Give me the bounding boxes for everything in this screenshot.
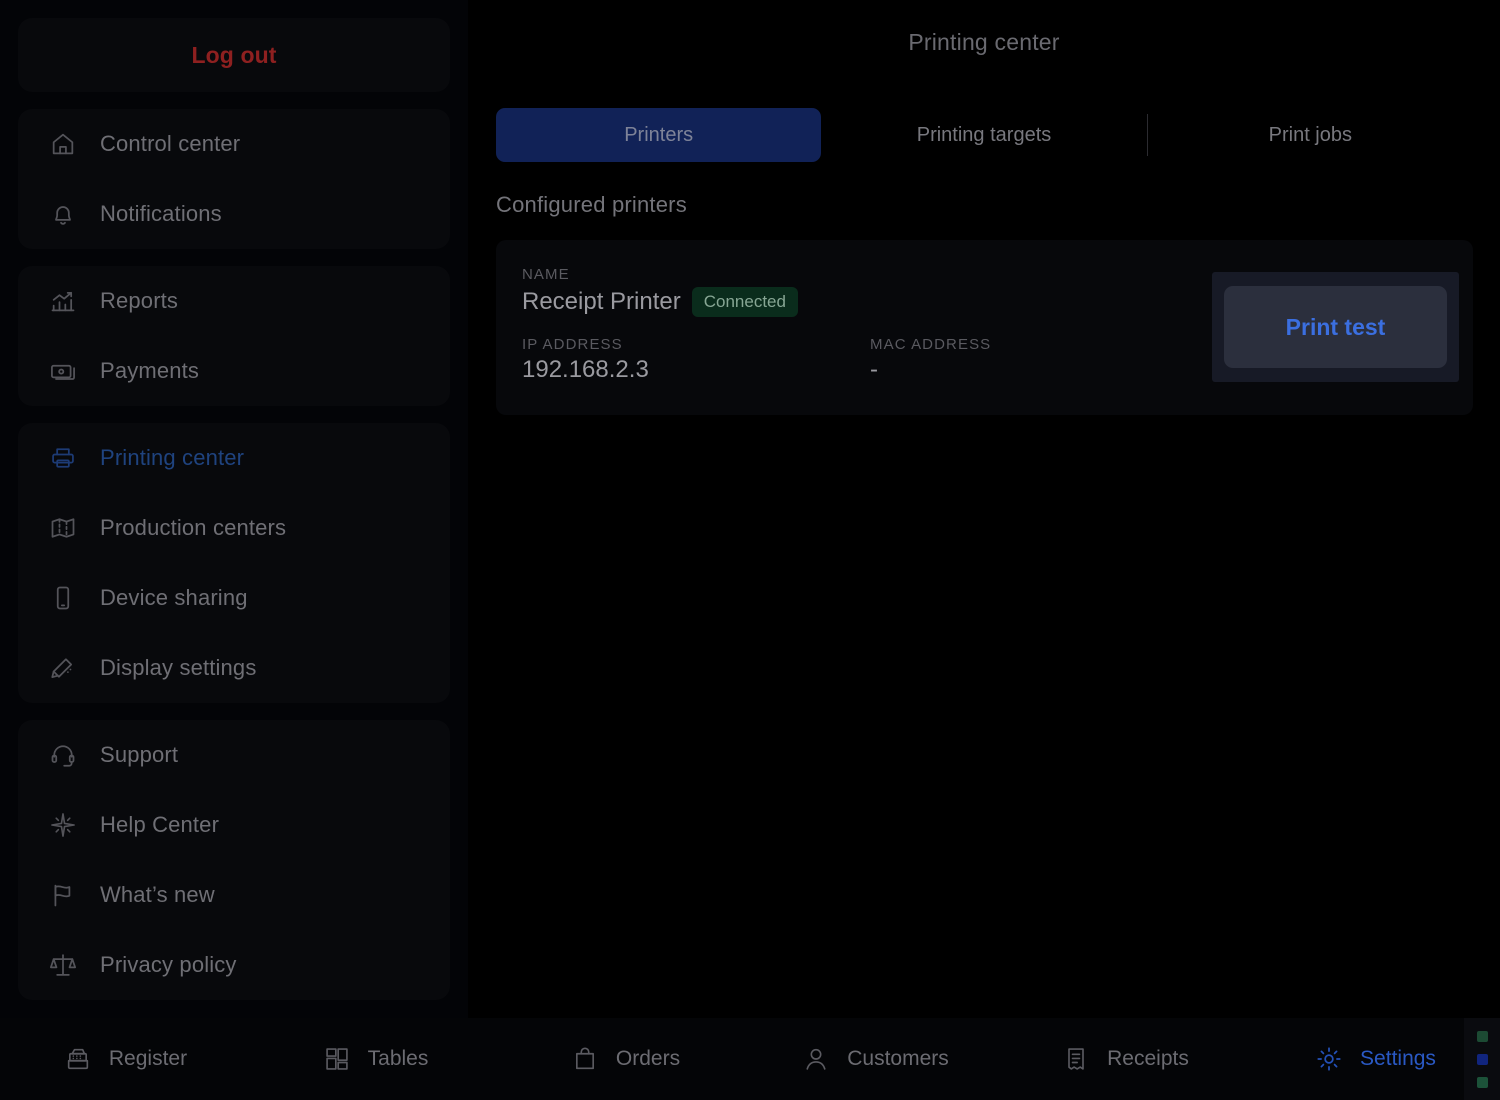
tab-label: Printers (624, 124, 693, 147)
status-dots-strip (1464, 1018, 1500, 1100)
sidebar-item-label: Support (100, 742, 178, 768)
scales-icon (48, 950, 78, 980)
sidebar-group-support: Support Help Center What’s new (18, 720, 450, 1000)
tab-label: Print jobs (1269, 124, 1352, 147)
bottom-nav-label: Tables (368, 1047, 429, 1071)
printer-name-value: Receipt Printer (522, 288, 681, 316)
tab-printing-targets[interactable]: Printing targets (821, 108, 1146, 162)
sidebar-item-privacy-policy[interactable]: Privacy policy (18, 930, 450, 1000)
sidebar-item-label: Device sharing (100, 585, 248, 611)
receipt-icon (1061, 1044, 1091, 1074)
printer-ip-value: 192.168.2.3 (522, 356, 870, 384)
upper-region: Log out Control center Notifications (0, 0, 1500, 1018)
cash-register-icon (63, 1044, 93, 1074)
sidebar-item-label: Production centers (100, 515, 286, 541)
printing-center-panel: Printing center Printers Printing target… (468, 0, 1500, 1018)
tab-label: Printing targets (917, 124, 1052, 147)
printer-ip-field: IP ADDRESS 192.168.2.3 (522, 336, 870, 384)
cash-icon (48, 356, 78, 386)
sidebar-item-label: Privacy policy (100, 952, 237, 978)
sidebar-item-label: Printing center (100, 445, 244, 471)
status-dot-blue-middle (1477, 1054, 1488, 1065)
paint-roller-icon (48, 653, 78, 683)
sidebar-item-support[interactable]: Support (18, 720, 450, 790)
bottom-nav-label: Register (109, 1047, 187, 1071)
bottom-nav-item-customers[interactable]: Customers (750, 1044, 1000, 1074)
home-icon (48, 129, 78, 159)
bottom-navigation: Register Tables Orders Customers Receipt (0, 1018, 1500, 1100)
sidebar-group-general: Control center Notifications (18, 109, 450, 249)
settings-sidebar: Log out Control center Notifications (0, 0, 468, 1018)
printer-ip-label: IP ADDRESS (522, 336, 870, 353)
status-dot-green-bottom (1477, 1077, 1488, 1088)
sidebar-item-control-center[interactable]: Control center (18, 109, 450, 179)
sidebar-group-hardware: Printing center Production centers Devic… (18, 423, 450, 703)
status-dot-green-top (1477, 1031, 1488, 1042)
logout-button[interactable]: Log out (18, 18, 450, 92)
chart-trend-icon (48, 286, 78, 316)
app-root: Log out Control center Notifications (0, 0, 1500, 1100)
sidebar-item-reports[interactable]: Reports (18, 266, 450, 336)
bottom-nav-item-tables[interactable]: Tables (250, 1044, 500, 1074)
flag-icon (48, 880, 78, 910)
sidebar-item-label: Reports (100, 288, 178, 314)
sidebar-item-label: Control center (100, 131, 240, 157)
sidebar-item-production-centers[interactable]: Production centers (18, 493, 450, 563)
printing-center-tabs: Printers Printing targets Print jobs (496, 108, 1473, 162)
printer-card: NAME Receipt Printer Connected IP ADDRES… (496, 240, 1473, 415)
printer-icon (48, 443, 78, 473)
sidebar-item-whats-new[interactable]: What’s new (18, 860, 450, 930)
headset-icon (48, 740, 78, 770)
sparkle-icon (48, 810, 78, 840)
bottom-nav-item-settings[interactable]: Settings (1250, 1044, 1500, 1074)
sidebar-item-label: Display settings (100, 655, 256, 681)
bottom-nav-label: Receipts (1107, 1047, 1189, 1071)
gear-icon (1314, 1044, 1344, 1074)
logout-label: Log out (192, 42, 277, 69)
bottom-nav-label: Orders (616, 1047, 680, 1071)
print-test-button[interactable]: Print test (1224, 286, 1447, 368)
bottom-nav-label: Customers (847, 1047, 949, 1071)
sidebar-item-printing-center[interactable]: Printing center (18, 423, 450, 493)
person-icon (801, 1044, 831, 1074)
sidebar-item-label: Payments (100, 358, 199, 384)
phone-icon (48, 583, 78, 613)
sidebar-item-label: Help Center (100, 812, 219, 838)
bell-icon (48, 199, 78, 229)
tab-print-jobs[interactable]: Print jobs (1148, 108, 1473, 162)
status-badge: Connected (692, 287, 798, 317)
tab-printers[interactable]: Printers (496, 108, 821, 162)
sidebar-item-label: What’s new (100, 882, 215, 908)
configured-printers-heading: Configured printers (496, 192, 687, 218)
sidebar-item-label: Notifications (100, 201, 222, 227)
bottom-nav-item-orders[interactable]: Orders (500, 1044, 750, 1074)
bottom-nav-item-register[interactable]: Register (0, 1044, 250, 1074)
page-title: Printing center (468, 0, 1500, 56)
sidebar-item-help-center[interactable]: Help Center (18, 790, 450, 860)
print-test-button-container: Print test (1212, 272, 1459, 382)
sidebar-group-business: Reports Payments (18, 266, 450, 406)
shopping-bag-icon (570, 1044, 600, 1074)
sidebar-item-payments[interactable]: Payments (18, 336, 450, 406)
sidebar-item-device-sharing[interactable]: Device sharing (18, 563, 450, 633)
map-icon (48, 513, 78, 543)
tables-grid-icon (322, 1044, 352, 1074)
sidebar-item-display-settings[interactable]: Display settings (18, 633, 450, 703)
bottom-nav-item-receipts[interactable]: Receipts (1000, 1044, 1250, 1074)
sidebar-item-notifications[interactable]: Notifications (18, 179, 450, 249)
bottom-nav-label: Settings (1360, 1047, 1436, 1071)
